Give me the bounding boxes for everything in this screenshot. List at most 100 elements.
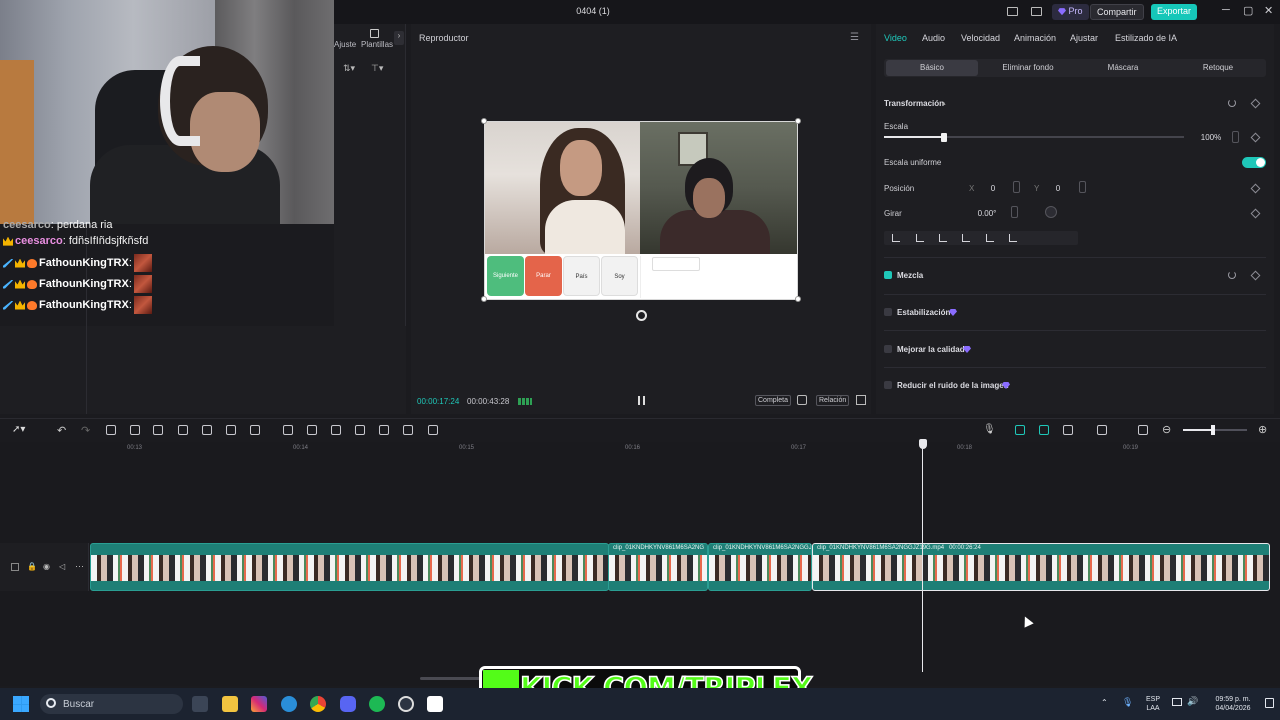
video-clip[interactable] <box>90 543 609 591</box>
tab-ai-style[interactable]: Estilizado de IA <box>1115 33 1177 43</box>
windows-start-icon[interactable] <box>13 696 29 712</box>
align-left-icon[interactable] <box>892 234 900 242</box>
maximize-icon[interactable]: ▢ <box>1243 4 1253 17</box>
zoom-slider-knob[interactable] <box>1211 425 1215 435</box>
pos-y-input[interactable]: 0 <box>1047 184 1069 193</box>
preview-axis-icon[interactable] <box>1097 425 1107 435</box>
rotate-stepper[interactable] <box>1011 206 1018 218</box>
reset-icon[interactable] <box>1228 271 1236 279</box>
magnet-icon[interactable] <box>1039 425 1049 435</box>
language-indicator[interactable]: ESP LAA <box>1142 695 1164 713</box>
resize-handle[interactable] <box>795 118 801 124</box>
tab-adjust[interactable]: Ajuste <box>334 40 356 49</box>
capcut-icon[interactable] <box>427 696 443 712</box>
adjust-icon[interactable] <box>331 425 341 435</box>
hd-icon[interactable] <box>379 425 389 435</box>
quality-label[interactable]: Mejorar la calidad <box>897 345 965 354</box>
pos-x-stepper[interactable] <box>1013 181 1020 193</box>
align-right-icon[interactable] <box>939 234 947 242</box>
eye-icon[interactable]: ◉ <box>43 562 50 571</box>
layout-icon[interactable] <box>1007 7 1018 16</box>
denoise-checkbox[interactable] <box>884 381 892 389</box>
blend-checkbox[interactable] <box>884 271 892 279</box>
volume-icon[interactable]: 🔊 <box>1187 696 1198 707</box>
resize-handle[interactable] <box>795 296 801 302</box>
snap-icon[interactable] <box>1063 425 1073 435</box>
close-icon[interactable]: ✕ <box>1264 4 1273 17</box>
align-center-v-icon[interactable] <box>986 234 994 242</box>
shortcut-icon[interactable] <box>1031 7 1042 16</box>
discord-icon[interactable] <box>340 696 356 712</box>
zoom-out-icon[interactable]: ⊖ <box>1162 423 1171 436</box>
split-icon[interactable] <box>106 425 116 435</box>
notification-icon[interactable] <box>1265 698 1274 708</box>
video-clip[interactable]: clip_01KNDHKYNV861M6SA2NG <box>608 543 708 591</box>
transform-title[interactable]: Transformación <box>884 99 944 108</box>
tab-video[interactable]: Video <box>884 33 907 43</box>
spotify-icon[interactable] <box>369 696 385 712</box>
tab-adjust[interactable]: Ajustar <box>1070 33 1098 43</box>
redo-icon[interactable]: ↷ <box>81 424 90 437</box>
obs-icon[interactable] <box>398 696 414 712</box>
marker-icon[interactable] <box>202 425 212 435</box>
resize-handle[interactable] <box>481 296 487 302</box>
align-bottom-icon[interactable] <box>1009 234 1017 242</box>
chrome-icon[interactable] <box>310 696 326 712</box>
scale-slider-knob[interactable] <box>941 133 947 142</box>
magic-icon[interactable] <box>355 425 365 435</box>
audio-split-icon[interactable] <box>428 425 438 435</box>
clock[interactable]: 09:59 p. m. 04/04/2026 <box>1206 695 1260 713</box>
select-tool-icon[interactable]: ➚▾ <box>12 424 25 435</box>
subtab-basic[interactable]: Básico <box>886 63 978 72</box>
blend-label[interactable]: Mezcla <box>897 271 923 280</box>
mic-tray-icon[interactable]: 🎙 <box>1122 697 1133 708</box>
resize-handle[interactable] <box>481 118 487 124</box>
more-icon[interactable]: ⋯ <box>75 561 84 572</box>
full-button[interactable]: Completa <box>755 395 791 406</box>
chevron-up-icon[interactable]: ▴ <box>942 99 946 107</box>
tab-templates[interactable]: Plantillas <box>361 40 393 49</box>
lock-icon[interactable]: 🔒 <box>27 562 37 571</box>
task-view-icon[interactable] <box>192 696 208 712</box>
rotate-dial[interactable] <box>1045 206 1057 218</box>
camera-icon[interactable] <box>797 395 807 405</box>
microphone-icon[interactable]: 🎙 <box>983 424 996 435</box>
filter-icon[interactable]: ⊤▾ <box>371 63 383 74</box>
scale-value[interactable]: 100% <box>1196 133 1226 142</box>
tab-audio[interactable]: Audio <box>922 33 945 43</box>
stabilize-label[interactable]: Estabilización <box>897 308 950 317</box>
pause-icon[interactable] <box>638 396 645 405</box>
video-clip[interactable]: clip_01KNDHKYNV861M6SA2NGGJ <box>708 543 812 591</box>
speaker-icon[interactable]: ◁ <box>59 562 65 571</box>
align-top-icon[interactable] <box>962 234 970 242</box>
taskbar-search[interactable] <box>40 694 183 714</box>
rotate-input[interactable]: 0.00° <box>972 209 1002 218</box>
delete-icon[interactable] <box>178 425 188 435</box>
tab-speed[interactable]: Velocidad <box>961 33 1000 43</box>
quality-checkbox[interactable] <box>884 345 892 353</box>
split-left-icon[interactable] <box>130 425 140 435</box>
undo-icon[interactable]: ↶ <box>57 424 66 437</box>
menu-icon[interactable]: ☰ <box>850 32 859 43</box>
subtab-mask[interactable]: Máscara <box>1077 63 1169 72</box>
subtab-remove-bg[interactable]: Eliminar fondo <box>982 63 1074 72</box>
split-right-icon[interactable] <box>153 425 163 435</box>
rotate-icon[interactable] <box>636 310 647 321</box>
file-explorer-icon[interactable] <box>222 696 238 712</box>
tray-chevron-icon[interactable]: ⌃ <box>1101 698 1108 707</box>
track-cover-icon[interactable] <box>11 563 19 571</box>
pro-button[interactable]: Pro <box>1052 4 1089 20</box>
tab-animation[interactable]: Animación <box>1014 33 1056 43</box>
fullscreen-icon[interactable] <box>856 395 866 405</box>
fit-icon[interactable] <box>1138 425 1148 435</box>
mirror-icon[interactable] <box>307 425 317 435</box>
link-icon[interactable] <box>1015 425 1025 435</box>
denoise-label[interactable]: Reducir el ruido de la imagen <box>897 381 1009 390</box>
minimize-icon[interactable]: ─ <box>1222 4 1230 16</box>
network-icon[interactable] <box>1172 698 1182 706</box>
speed-icon[interactable] <box>250 425 260 435</box>
pos-x-input[interactable]: 0 <box>982 184 1004 193</box>
ratio-button[interactable]: Relación <box>816 395 850 406</box>
panel-expand-icon[interactable]: › <box>394 31 404 45</box>
export-button[interactable]: Exportar <box>1151 4 1198 20</box>
